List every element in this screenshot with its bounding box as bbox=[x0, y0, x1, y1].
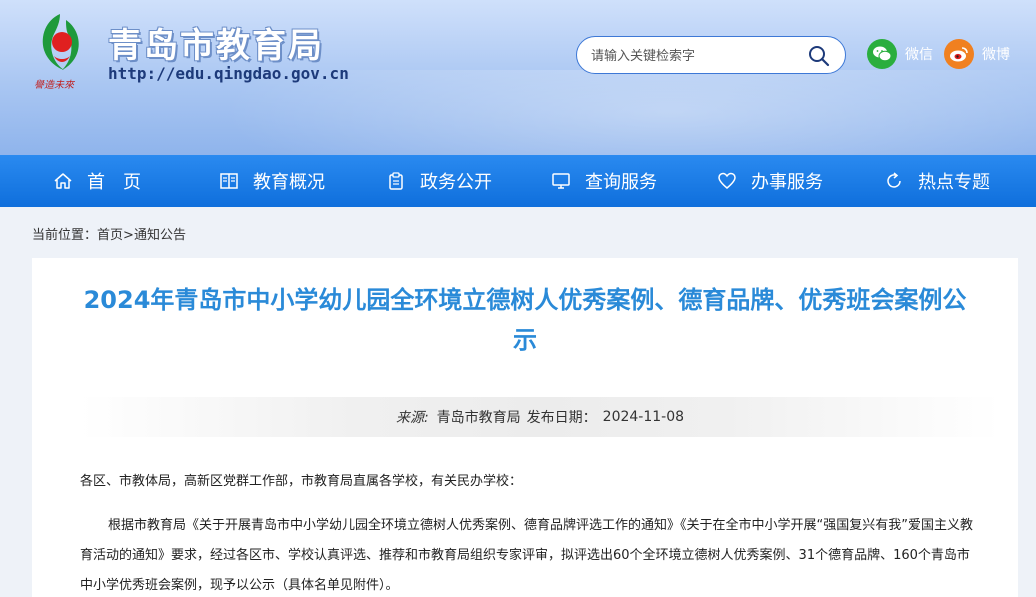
nav-item-home[interactable]: 首 页 bbox=[53, 155, 141, 207]
site-url[interactable]: http://edu.qingdao.gov.cn bbox=[108, 64, 349, 83]
breadcrumb-home-link[interactable]: 首页 bbox=[97, 228, 123, 243]
article-paragraph: 根据市教育局《关于开展青岛市中小学幼儿园全环境立德树人优秀案例、德育品牌评选工作… bbox=[80, 518, 973, 593]
weibo-link[interactable]: 微博 bbox=[944, 38, 1010, 70]
weibo-icon bbox=[944, 39, 974, 69]
search-input[interactable] bbox=[591, 46, 801, 66]
heart-icon bbox=[718, 172, 736, 189]
article-meta: 来源: 青岛市教育局 发布日期： 2024-11-08 bbox=[80, 397, 1000, 437]
main-nav: 首 页 教育概况 政务公开 查询服务 办事服务 热点专题 bbox=[0, 155, 1036, 207]
source-value: 青岛市教育局 bbox=[436, 410, 521, 426]
weibo-label: 微博 bbox=[982, 47, 1010, 63]
wechat-link[interactable]: 微信 bbox=[867, 38, 933, 70]
article-title: 2024年青岛市中小学幼儿园全环境立德树人优秀案例、德育品牌、优秀班会案例公示 bbox=[83, 286, 967, 354]
nav-item-topics[interactable]: 热点专题 bbox=[884, 155, 990, 207]
nav-label-query: 查询服务 bbox=[585, 172, 657, 193]
wechat-label: 微信 bbox=[905, 47, 933, 63]
refresh-icon bbox=[887, 172, 901, 188]
nav-item-overview[interactable]: 教育概况 bbox=[219, 155, 325, 207]
nav-label-overview: 教育概况 bbox=[253, 172, 325, 193]
breadcrumb-separator: > bbox=[123, 228, 134, 243]
article-salutation: 各区、市教体局，高新区党群工作部，市教育局直属各学校，有关民办学校： bbox=[80, 474, 523, 489]
logo-caption: 譽造未來 bbox=[34, 80, 74, 91]
search-icon bbox=[809, 46, 830, 67]
clipboard-icon bbox=[389, 172, 403, 190]
breadcrumb-current-link[interactable]: 通知公告 bbox=[134, 228, 186, 243]
monitor-icon bbox=[552, 173, 570, 189]
nav-label-home: 首 页 bbox=[87, 172, 141, 193]
site-header: 譽造未來 青岛市教育局 http://edu.qingdao.gov.cn 微信 bbox=[0, 0, 1036, 155]
nav-label-topics: 热点专题 bbox=[918, 172, 990, 193]
search-box bbox=[576, 36, 846, 74]
breadcrumb-prefix: 当前位置： bbox=[32, 228, 98, 243]
book-icon bbox=[220, 173, 238, 189]
date-label: 发布日期： bbox=[526, 410, 597, 426]
nav-item-gov-affairs[interactable]: 政务公开 bbox=[386, 155, 492, 207]
nav-item-query[interactable]: 查询服务 bbox=[551, 155, 657, 207]
breadcrumb: 当前位置：首页>通知公告 bbox=[32, 224, 186, 243]
site-logo[interactable]: 譽造未來 bbox=[30, 6, 96, 91]
search-button[interactable] bbox=[807, 44, 831, 68]
home-icon bbox=[54, 173, 72, 189]
site-title[interactable]: 青岛市教育局 bbox=[108, 18, 324, 67]
wechat-icon bbox=[867, 39, 897, 69]
source-label: 来源: bbox=[395, 410, 429, 426]
nav-label-services: 办事服务 bbox=[751, 172, 823, 193]
nav-label-gov-affairs: 政务公开 bbox=[420, 172, 492, 193]
nav-item-services[interactable]: 办事服务 bbox=[717, 155, 823, 207]
date-value: 2024-11-08 bbox=[602, 409, 685, 425]
